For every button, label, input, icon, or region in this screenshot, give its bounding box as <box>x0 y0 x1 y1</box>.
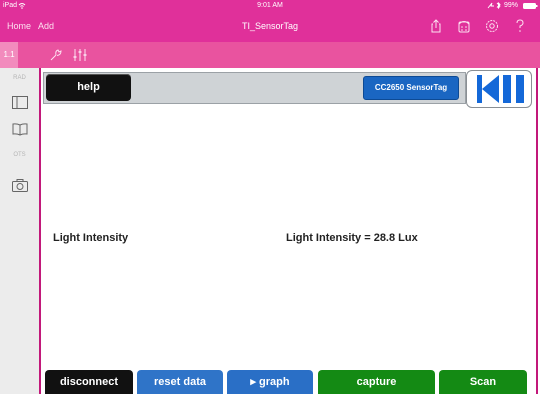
bottom-button-bar: disconnect reset data ▸ graph capture Sc… <box>41 366 536 394</box>
bluetooth-location-icon <box>487 2 501 9</box>
panel-icon[interactable] <box>12 96 28 109</box>
sensor-reading: Light Intensity = 28.8 Lux <box>286 232 418 244</box>
device-button[interactable]: CC2650 SensorTag <box>363 76 459 100</box>
nav-bar: Home Add TI_SensorTag <box>0 12 540 42</box>
wrench-icon[interactable] <box>49 48 63 62</box>
graph-button[interactable]: ▸ graph <box>227 370 313 394</box>
status-bar: iPad 9:01 AM 99% <box>0 0 540 12</box>
reset-data-button[interactable]: reset data <box>137 370 223 394</box>
scan-button[interactable]: Scan <box>439 370 527 394</box>
disconnect-button[interactable]: disconnect <box>45 370 133 394</box>
remote-icon[interactable] <box>456 18 472 34</box>
status-time: 9:01 AM <box>257 2 283 9</box>
player-controls <box>466 70 532 108</box>
battery-label: 99% <box>504 2 519 9</box>
settings-icon[interactable] <box>484 18 500 34</box>
camera-icon[interactable] <box>12 179 28 192</box>
page-number[interactable]: 1.1 <box>0 42 18 68</box>
skip-back-icon[interactable] <box>477 75 499 103</box>
pause-icon[interactable] <box>503 75 525 103</box>
help-button[interactable]: help <box>46 74 131 101</box>
sidebar-mid-label: OTS <box>13 152 26 158</box>
sidebar-top-label: RAD <box>13 75 26 81</box>
content-frame <box>39 68 538 394</box>
toolbar: 1.1 <box>0 42 540 68</box>
book-icon[interactable] <box>12 123 28 136</box>
share-icon[interactable] <box>428 18 444 34</box>
sidebar: RAD OTS <box>0 68 40 394</box>
sensor-label: Light Intensity <box>53 232 129 244</box>
help-icon[interactable] <box>512 18 528 34</box>
battery-icon <box>523 3 538 9</box>
sliders-icon[interactable] <box>72 48 88 62</box>
capture-button[interactable]: capture <box>318 370 435 394</box>
